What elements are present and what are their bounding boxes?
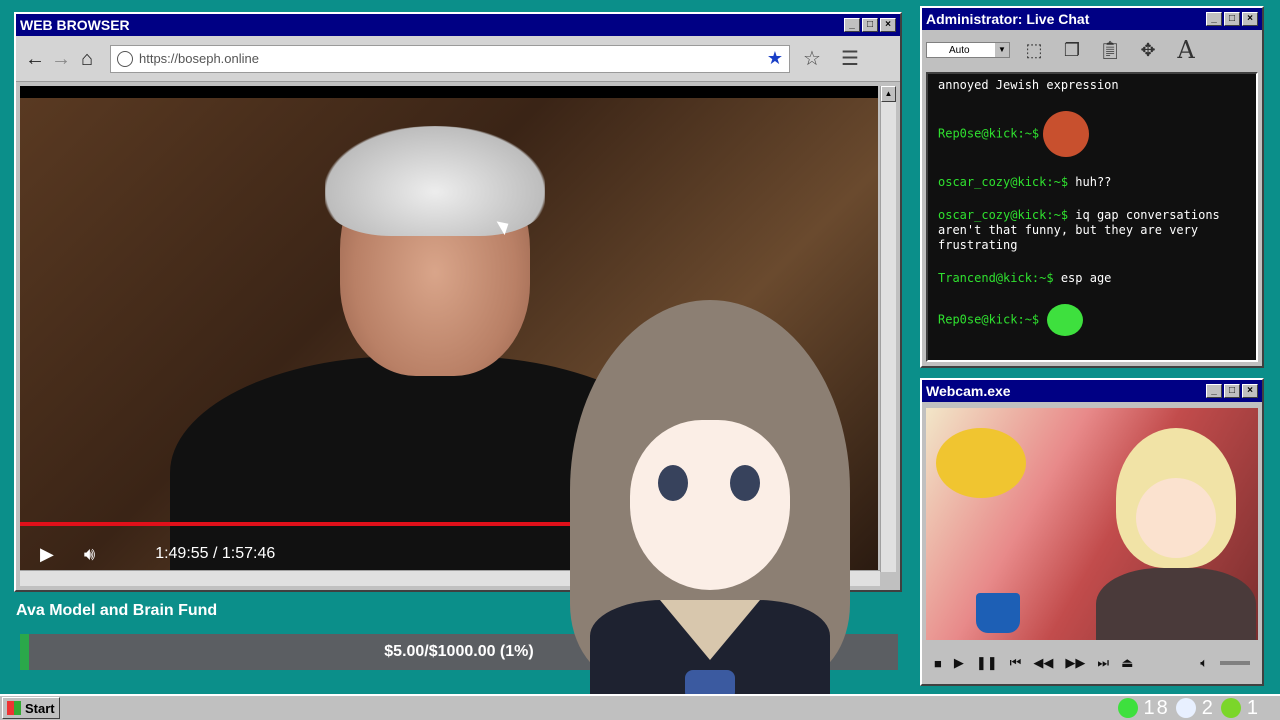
home-icon[interactable]: ⌂ — [74, 46, 100, 72]
windows-logo-icon — [7, 701, 21, 715]
favorites-star-icon[interactable]: ☆ — [796, 46, 828, 71]
fund-amount: $5.00/$1000.00 (1%) — [384, 643, 534, 660]
webcam-view — [926, 408, 1258, 640]
face-emote-icon — [1043, 111, 1090, 157]
eject-icon[interactable]: ⏏︎ — [1121, 655, 1133, 671]
avatar-face — [630, 420, 790, 590]
cam-character-body — [1096, 568, 1256, 640]
pause-icon[interactable]: ❚❚ — [976, 655, 998, 671]
dropdown-arrow-icon[interactable]: ▼ — [995, 43, 1009, 57]
play-circle-icon[interactable] — [1220, 698, 1241, 718]
font-icon[interactable]: A — [1172, 36, 1200, 64]
plush-duck — [936, 428, 1026, 498]
chat-message: oscar_cozy@kick:~$ huh?? — [938, 175, 1246, 190]
browser-title: WEB BROWSER — [20, 17, 130, 33]
volume-icon[interactable]: 🔊︎ — [84, 544, 95, 565]
address-bar[interactable]: https://boseph.online ★ — [110, 44, 790, 73]
webcam-window: Webcam.exe _ □ × ■ ▶ ❚❚ ⏮︎ ◀◀ ▶▶ ⏭︎ ⏏︎ 🔈… — [920, 378, 1264, 686]
chat-toolbar: Auto ▼ ⬚ ❐ 📋︎ ✥ A — [922, 30, 1262, 70]
green-emote-icon — [1047, 304, 1084, 336]
chat-maximize-button[interactable]: □ — [1224, 12, 1240, 26]
avatar-left-eye — [658, 465, 688, 501]
chat-message: Rep0se@kick:~$ — [938, 111, 1246, 157]
bookmark-star-filled-icon[interactable]: ★ — [767, 48, 783, 69]
chat-titlebar[interactable]: Administrator: Live Chat _ □ × — [922, 8, 1262, 30]
chat-username: oscar_cozy@kick:~$ — [938, 208, 1069, 222]
minimize-button[interactable]: _ — [844, 18, 860, 32]
avatar-right-eye — [730, 465, 760, 501]
chat-message: oscar_cozy@kick:~$ iq gap conversations … — [938, 208, 1246, 253]
chat-message: annoyed Jewish expression — [938, 78, 1246, 93]
chat-close-button[interactable]: × — [1242, 12, 1258, 26]
taskbar: Start 18 2 1 — [0, 694, 1280, 720]
skip-back-icon[interactable]: ⏮︎ — [1010, 655, 1022, 671]
copy-icon[interactable]: ❐ — [1058, 36, 1086, 64]
play-icon[interactable]: ▶ — [954, 655, 964, 671]
rewind-icon[interactable]: ◀◀ — [1033, 655, 1053, 671]
fund-title: Ava Model and Brain Fund — [16, 602, 218, 619]
chat-username: oscar_cozy@kick:~$ — [938, 175, 1069, 189]
globe-icon — [117, 50, 133, 67]
kick-viewer-count: 18 — [1143, 696, 1170, 719]
play-icon[interactable]: ▶ — [40, 544, 54, 565]
browser-toolbar: ← → ⌂ https://boseph.online ★ ☆ ☰ — [16, 36, 900, 82]
webcam-titlebar[interactable]: Webcam.exe _ □ × — [922, 380, 1262, 402]
webcam-minimize-button[interactable]: _ — [1206, 384, 1222, 398]
moon-count: 2 — [1201, 696, 1215, 719]
chat-username: Rep0se@kick:~$ — [938, 126, 1040, 141]
scroll-up-arrow-icon[interactable]: ▲ — [881, 86, 896, 102]
start-label: Start — [25, 700, 55, 716]
back-arrow-icon[interactable]: ← — [22, 46, 48, 72]
video-time: 1:49:55 / 1:57:46 — [155, 545, 276, 562]
fast-forward-icon[interactable]: ▶▶ — [1065, 655, 1085, 671]
stop-icon[interactable]: ■ — [934, 656, 942, 671]
url-text: https://boseph.online — [139, 51, 259, 66]
vtuber-avatar — [560, 300, 860, 720]
chat-message: Rep0se@kick:~$ — [938, 304, 1246, 336]
chat-log: annoyed Jewish expression Rep0se@kick:~$… — [926, 72, 1258, 362]
volume-icon[interactable]: 🔈︎ — [1200, 655, 1208, 671]
chat-text: annoyed Jewish expression — [938, 78, 1119, 92]
media-controls: ■ ▶ ❚❚ ⏮︎ ◀◀ ▶▶ ⏭︎ ⏏︎ 🔈︎ — [926, 648, 1258, 678]
cam-character-face — [1136, 478, 1216, 558]
menu-icon[interactable]: ☰ — [834, 46, 866, 71]
chat-text: esp age — [1060, 271, 1112, 285]
chat-username: Trancend@kick:~$ — [938, 271, 1054, 285]
chat-window: Administrator: Live Chat _ □ × Auto ▼ ⬚ … — [920, 6, 1264, 368]
skip-forward-icon[interactable]: ⏭︎ — [1097, 655, 1109, 671]
webcam-title: Webcam.exe — [926, 383, 1011, 399]
chat-text: huh?? — [1075, 175, 1112, 189]
play-count: 1 — [1246, 696, 1260, 719]
vertical-scrollbar[interactable]: ▲ — [880, 86, 896, 572]
paste-icon[interactable]: 📋︎ — [1096, 36, 1124, 64]
volume-slider[interactable] — [1220, 661, 1250, 665]
blue-cup — [976, 593, 1020, 633]
chat-username: Rep0se@kick:~$ — [938, 312, 1040, 327]
size-select[interactable]: Auto ▼ — [926, 42, 1010, 58]
forward-arrow-icon[interactable]: → — [48, 46, 74, 72]
chat-message: Trancend@kick:~$ esp age — [938, 271, 1246, 286]
select-tool-icon[interactable]: ⬚ — [1020, 36, 1048, 64]
move-icon[interactable]: ✥ — [1134, 36, 1162, 64]
video-top-band — [20, 86, 878, 98]
start-button[interactable]: Start — [2, 697, 60, 719]
system-tray: 18 2 1 — [1117, 696, 1279, 720]
close-button[interactable]: × — [880, 18, 896, 32]
size-select-value: Auto — [949, 44, 970, 56]
chat-title: Administrator: Live Chat — [926, 11, 1090, 27]
webcam-maximize-button[interactable]: □ — [1224, 384, 1240, 398]
chat-minimize-button[interactable]: _ — [1206, 12, 1222, 26]
maximize-button[interactable]: □ — [862, 18, 878, 32]
moon-icon[interactable] — [1175, 698, 1196, 718]
video-person-hair — [325, 126, 545, 236]
browser-titlebar[interactable]: WEB BROWSER _ □ × — [16, 14, 900, 36]
kick-icon[interactable] — [1117, 698, 1138, 718]
fund-progress-fill — [20, 634, 29, 670]
webcam-close-button[interactable]: × — [1242, 384, 1258, 398]
